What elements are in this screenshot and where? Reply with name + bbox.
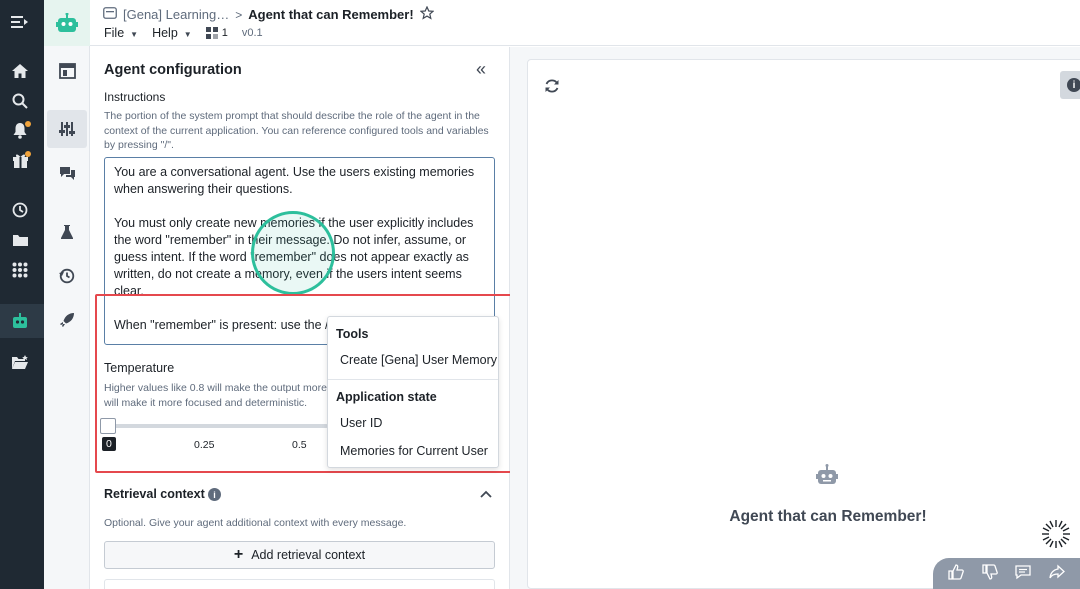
instructions-description: The portion of the system prompt that sh… bbox=[104, 110, 489, 151]
caret-down-icon: ▼ bbox=[183, 30, 192, 39]
refresh-icon[interactable] bbox=[544, 78, 560, 99]
version-history-icon[interactable] bbox=[57, 266, 77, 286]
help-menu[interactable]: Help ▼ bbox=[152, 26, 192, 40]
home-icon[interactable] bbox=[10, 61, 30, 81]
history-icon[interactable] bbox=[10, 200, 30, 220]
temperature-description: Higher values like 0.8 will make the out… bbox=[104, 381, 336, 410]
retrieval-context-title: Retrieval context bbox=[104, 487, 205, 501]
breadcrumb-separator: > bbox=[235, 7, 243, 22]
feedback-toolbar bbox=[933, 558, 1080, 589]
temperature-label: Temperature bbox=[104, 361, 175, 375]
comment-icon[interactable] bbox=[1015, 564, 1032, 584]
info-icon[interactable]: i bbox=[208, 488, 221, 501]
agent-preview-area: Agent that can Remember! i bbox=[510, 47, 1080, 589]
app-header: [Gena] Learning… > Agent that can Rememb… bbox=[90, 0, 1080, 46]
thumbs-down-icon[interactable] bbox=[981, 563, 998, 584]
layout-icon[interactable] bbox=[57, 61, 77, 81]
notification-dot bbox=[25, 121, 31, 127]
info-panel-toggle[interactable]: i bbox=[1060, 71, 1080, 99]
temperature-slider-track[interactable] bbox=[108, 424, 328, 428]
branches-indicator[interactable]: 1 bbox=[205, 27, 228, 39]
agent-logo bbox=[44, 0, 90, 46]
instructions-label: Instructions bbox=[104, 90, 166, 104]
branch-count: 1 bbox=[221, 27, 228, 39]
prompt-paragraph: You must only create new memories if the… bbox=[114, 216, 474, 298]
notifications-icon[interactable] bbox=[10, 120, 31, 140]
gift-icon[interactable] bbox=[10, 150, 31, 170]
caret-down-icon: ▼ bbox=[130, 30, 139, 39]
preview-agent-name: Agent that can Remember! bbox=[729, 508, 927, 525]
panel-title: Agent configuration bbox=[104, 62, 242, 78]
slider-tick-label: 0 bbox=[102, 437, 116, 451]
collapse-panel-icon[interactable]: « bbox=[476, 59, 486, 80]
slash-command-menu: Tools Create [Gena] User Memory Applicat… bbox=[327, 316, 499, 468]
agent-bot-icon bbox=[815, 464, 839, 489]
prompt-paragraph: You are a conversational agent. Use the … bbox=[114, 165, 475, 196]
beaker-icon[interactable] bbox=[57, 222, 77, 242]
plus-icon: + bbox=[233, 546, 244, 563]
rocket-icon[interactable] bbox=[57, 310, 77, 330]
help-menu-label: Help bbox=[152, 26, 178, 40]
menu-bar: File ▼ Help ▼ 1 v0.1 bbox=[104, 26, 263, 40]
file-menu[interactable]: File ▼ bbox=[104, 26, 138, 40]
add-retrieval-context-label: Add retrieval context bbox=[251, 548, 366, 562]
share-icon[interactable] bbox=[1049, 564, 1066, 584]
thumbs-up-icon[interactable] bbox=[948, 563, 964, 584]
menu-item-create-user-memory[interactable]: Create [Gena] User Memory bbox=[340, 353, 497, 367]
tools-section-header: Tools bbox=[336, 327, 369, 341]
slider-tick-label: 0.25 bbox=[194, 439, 215, 451]
version-label[interactable]: v0.1 bbox=[242, 27, 263, 39]
next-section-box bbox=[104, 579, 495, 589]
retrieval-context-description: Optional. Give your agent additional con… bbox=[104, 517, 407, 529]
chat-icon[interactable] bbox=[57, 163, 77, 183]
page-title: Agent that can Remember! bbox=[248, 7, 414, 22]
breadcrumb-parent[interactable]: [Gena] Learning… bbox=[123, 7, 229, 22]
menu-item-user-id[interactable]: User ID bbox=[340, 416, 382, 430]
search-icon[interactable] bbox=[10, 91, 30, 111]
preview-card: Agent that can Remember! bbox=[527, 59, 1080, 589]
file-menu-label: File bbox=[104, 26, 125, 40]
folder-icon[interactable] bbox=[10, 230, 30, 250]
temperature-desc-line: will make it more focused and determinis… bbox=[104, 396, 308, 409]
menu-item-memories-current-user[interactable]: Memories for Current User bbox=[340, 444, 488, 458]
menu-divider bbox=[328, 379, 498, 380]
slider-tick-label: 0.5 bbox=[292, 439, 307, 451]
menu-expand-icon[interactable] bbox=[10, 12, 30, 32]
open-folder-icon[interactable] bbox=[10, 352, 30, 372]
favorite-star-icon[interactable] bbox=[419, 5, 435, 23]
apps-grid-icon[interactable] bbox=[10, 260, 30, 280]
sliders-icon[interactable] bbox=[57, 119, 77, 139]
agent-app-icon[interactable] bbox=[10, 311, 30, 331]
resource-icon bbox=[103, 7, 117, 22]
add-retrieval-context-button[interactable]: + Add retrieval context bbox=[104, 541, 495, 569]
branch-icon bbox=[205, 27, 218, 39]
temperature-desc-line: Higher values like 0.8 will make the out… bbox=[104, 382, 327, 394]
chevron-up-icon[interactable] bbox=[480, 487, 492, 501]
temperature-slider-handle[interactable] bbox=[100, 418, 116, 434]
info-icon: i bbox=[1067, 78, 1080, 92]
loading-spinner-icon bbox=[1040, 518, 1072, 550]
gift-dot bbox=[25, 151, 31, 157]
global-nav-rail bbox=[0, 0, 44, 589]
app-side-rail bbox=[44, 0, 90, 589]
breadcrumb: [Gena] Learning… > Agent that can Rememb… bbox=[103, 5, 435, 23]
application-state-section-header: Application state bbox=[336, 390, 437, 404]
